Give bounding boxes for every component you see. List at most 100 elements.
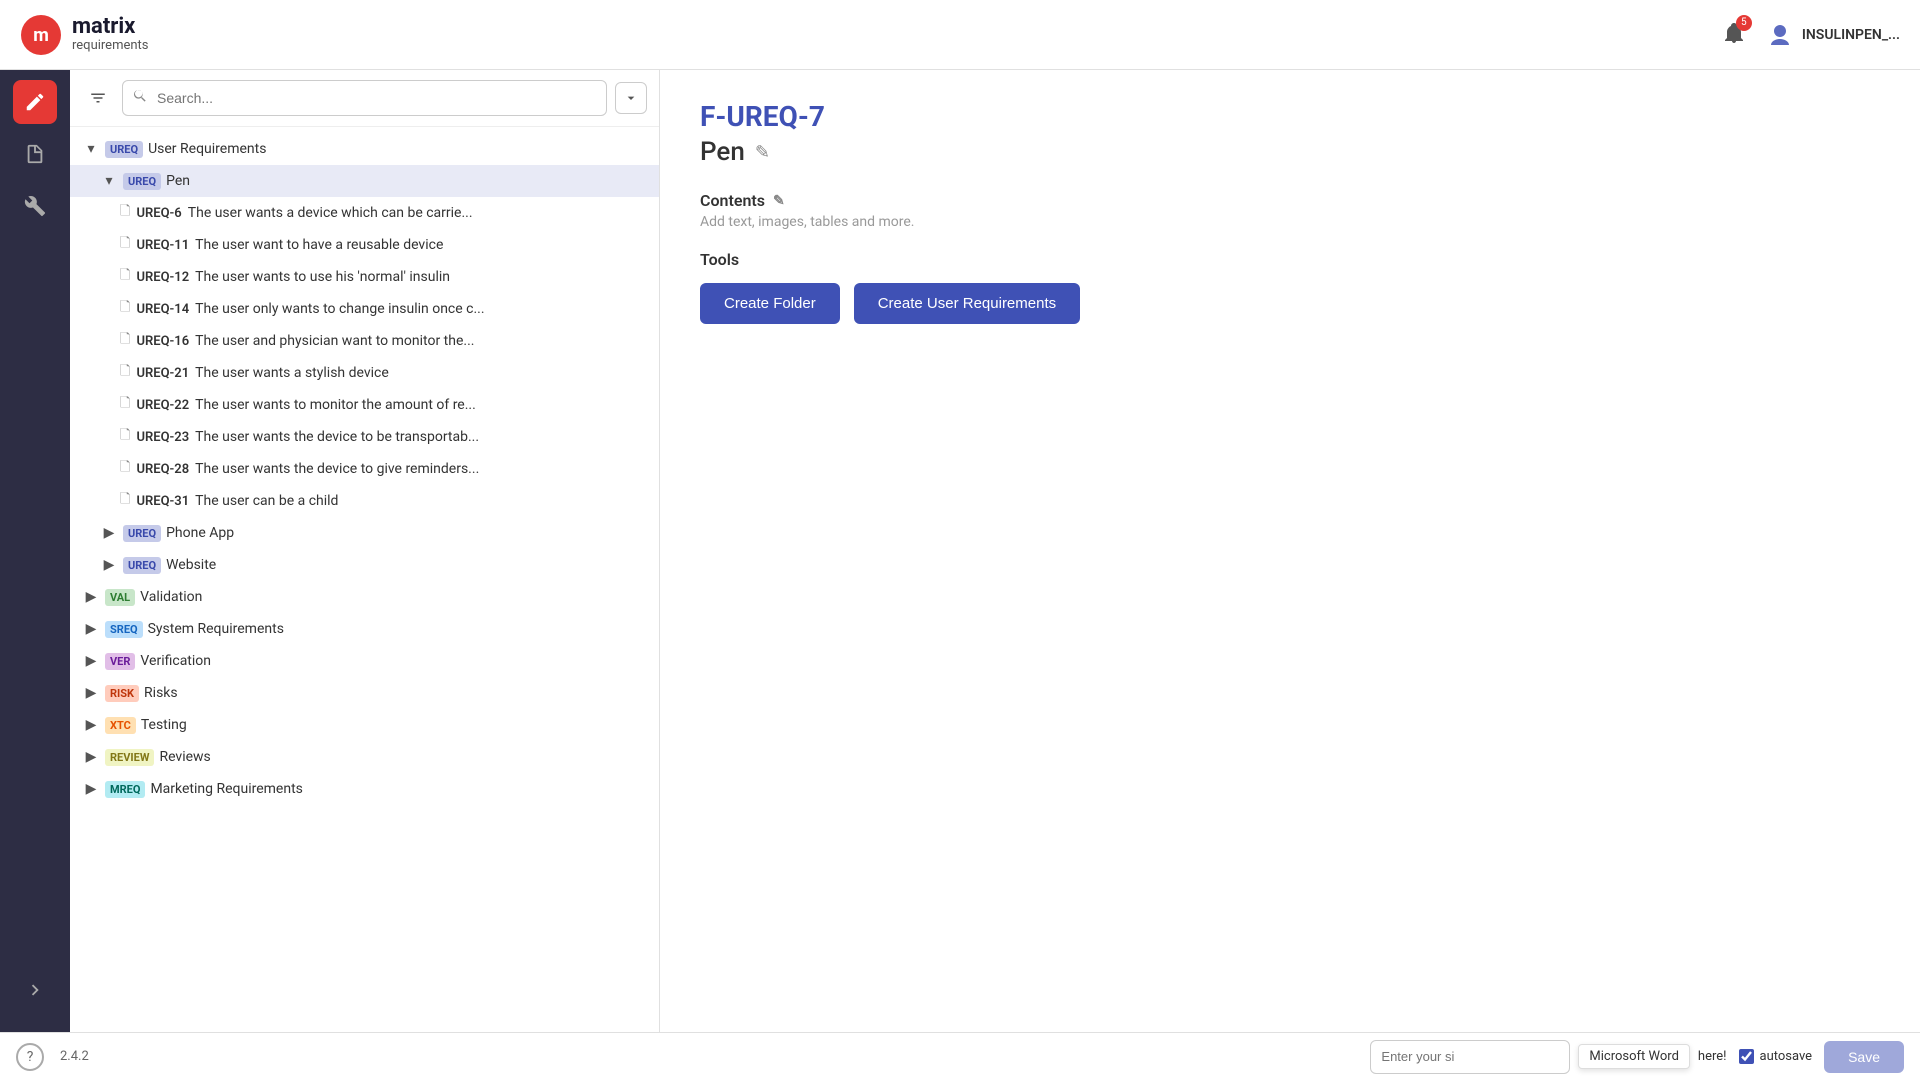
dropdown-button[interactable] (615, 82, 647, 114)
user-avatar-icon (1766, 21, 1794, 49)
tree-label: Validation (140, 589, 659, 605)
tree-label: The user wants the device to be transpor… (195, 429, 659, 445)
tree-toolbar (70, 70, 659, 127)
tree-item-ureq-28[interactable]: 🗋 UREQ-28 The user wants the device to g… (70, 453, 659, 485)
create-folder-button[interactable]: Create Folder (700, 283, 840, 324)
bottom-input-area: Microsoft Word here! (1370, 1040, 1726, 1074)
tree-item-ureq-6[interactable]: 🗋 UREQ-6 The user wants a device which c… (70, 197, 659, 229)
tree-label: The user wants a stylish device (195, 365, 659, 381)
tree-item-ureq-31[interactable]: 🗋 UREQ-31 The user can be a child (70, 485, 659, 517)
chevron-right-icon: ▶ (82, 652, 100, 670)
autosave-checkbox[interactable] (1739, 1049, 1754, 1064)
doc-icon: 🗋 (120, 234, 130, 256)
tree-item-mreq[interactable]: ▶ MREQ Marketing Requirements (70, 773, 659, 805)
tree-item-ureq-14[interactable]: 🗋 UREQ-14 The user only wants to change … (70, 293, 659, 325)
tree-label: The user can be a child (195, 493, 659, 509)
topbar: m matrix requirements 5 INSULINPEN_... (0, 0, 1920, 70)
tree-item-review[interactable]: ▶ REVIEW Reviews (70, 741, 659, 773)
user-area[interactable]: INSULINPEN_... (1766, 21, 1900, 49)
tree-item-ureq-16[interactable]: 🗋 UREQ-16 The user and physician want to… (70, 325, 659, 357)
search-input[interactable] (122, 80, 607, 116)
topbar-right: 5 INSULINPEN_... (1722, 21, 1900, 49)
create-user-requirements-button[interactable]: Create User Requirements (854, 283, 1080, 324)
bottom-text-input[interactable] (1370, 1040, 1570, 1074)
tag-ureq: UREQ (123, 557, 161, 574)
chevron-down-icon (623, 90, 639, 106)
tree-label: The user and physician want to monitor t… (195, 333, 659, 349)
tree-label: Pen (166, 173, 659, 189)
doc-icon: 🗋 (120, 426, 130, 448)
logo-name: matrix (72, 15, 149, 39)
search-wrap (122, 80, 607, 116)
item-title-row: Pen ✎ (700, 137, 1880, 167)
tree-item-ureq-phone[interactable]: ▶ UREQ Phone App (70, 517, 659, 549)
chevron-right-icon: ▶ (82, 684, 100, 702)
item-code: UREQ-11 (136, 238, 189, 253)
tree-item-ureq-pen[interactable]: ▾ UREQ Pen (70, 165, 659, 197)
tools-label: Tools (700, 250, 1880, 269)
doc-icon: 🗋 (120, 394, 130, 416)
chevron-right-icon: ▶ (82, 748, 100, 766)
chevron-right-icon: ▶ (82, 620, 100, 638)
tree-item-ureq-11[interactable]: 🗋 UREQ-11 The user want to have a reusab… (70, 229, 659, 261)
chevron-right-icon: ▶ (82, 716, 100, 734)
main-layout: ▾ UREQ User Requirements ▾ UREQ Pen 🗋 UR… (0, 70, 1920, 1032)
tree-label: Reviews (159, 749, 659, 765)
item-code: UREQ-21 (136, 366, 189, 381)
user-name: INSULINPEN_... (1802, 27, 1900, 43)
tree-item-sreq[interactable]: ▶ SREQ System Requirements (70, 613, 659, 645)
tree-label: Marketing Requirements (150, 781, 659, 797)
tree-item-xtc[interactable]: ▶ XTC Testing (70, 709, 659, 741)
item-code: UREQ-16 (136, 334, 189, 349)
notification-badge: 5 (1736, 15, 1752, 31)
nav-item-home[interactable] (13, 80, 57, 124)
filter-button[interactable] (82, 82, 114, 114)
chevron-right-icon: ▶ (82, 588, 100, 606)
tree-label: The user wants to use his 'normal' insul… (195, 269, 659, 285)
tree-label: Verification (140, 653, 659, 669)
tree-panel: ▾ UREQ User Requirements ▾ UREQ Pen 🗋 UR… (70, 70, 660, 1032)
doc-icon: 🗋 (120, 266, 130, 288)
tree-item-ver[interactable]: ▶ VER Verification (70, 645, 659, 677)
svg-text:m: m (33, 25, 49, 46)
tree-item-val[interactable]: ▶ VAL Validation (70, 581, 659, 613)
tree-label: The user want to have a reusable device (195, 237, 659, 253)
item-code: UREQ-31 (136, 494, 189, 509)
tree-content: ▾ UREQ User Requirements ▾ UREQ Pen 🗋 UR… (70, 127, 659, 1032)
edit-contents-icon[interactable]: ✎ (773, 193, 785, 209)
tree-item-ureq-23[interactable]: 🗋 UREQ-23 The user wants the device to b… (70, 421, 659, 453)
logo-text: matrix requirements (72, 15, 149, 53)
version-text: 2.4.2 (60, 1049, 89, 1064)
chevron-right-icon: ▶ (82, 780, 100, 798)
edit-title-icon[interactable]: ✎ (755, 142, 770, 163)
tree-item-risk[interactable]: ▶ RISK Risks (70, 677, 659, 709)
tree-item-ureq-root[interactable]: ▾ UREQ User Requirements (70, 133, 659, 165)
help-button[interactable]: ? (16, 1043, 44, 1071)
nav-item-expand[interactable] (13, 968, 57, 1012)
tree-item-ureq-22[interactable]: 🗋 UREQ-22 The user wants to monitor the … (70, 389, 659, 421)
tag-review: REVIEW (105, 749, 154, 766)
contents-hint: Add text, images, tables and more. (700, 214, 1880, 230)
doc-icon: 🗋 (120, 458, 130, 480)
tree-label: The user only wants to change insulin on… (195, 301, 659, 317)
tree-item-ureq-website[interactable]: ▶ UREQ Website (70, 549, 659, 581)
tree-label: User Requirements (148, 141, 659, 157)
notification-button[interactable]: 5 (1722, 21, 1746, 49)
tree-label: The user wants a device which can be car… (188, 205, 659, 221)
tag-ureq: UREQ (123, 525, 161, 542)
logo-sub: requirements (72, 39, 149, 53)
search-icon (132, 88, 148, 108)
tag-ver: VER (105, 653, 135, 670)
tree-item-ureq-21[interactable]: 🗋 UREQ-21 The user wants a stylish devic… (70, 357, 659, 389)
sidebar-nav (0, 70, 70, 1032)
item-code: UREQ-12 (136, 270, 189, 285)
nav-item-tools[interactable] (13, 184, 57, 228)
nav-item-docs[interactable] (13, 132, 57, 176)
save-button[interactable]: Save (1824, 1041, 1904, 1073)
tree-label: Website (166, 557, 659, 573)
tree-label: The user wants to monitor the amount of … (195, 397, 659, 413)
tree-item-ureq-12[interactable]: 🗋 UREQ-12 The user wants to use his 'nor… (70, 261, 659, 293)
nav-bottom (13, 968, 57, 1022)
tools-row: Create Folder Create User Requirements (700, 283, 1880, 324)
logo-icon: m (20, 14, 62, 56)
